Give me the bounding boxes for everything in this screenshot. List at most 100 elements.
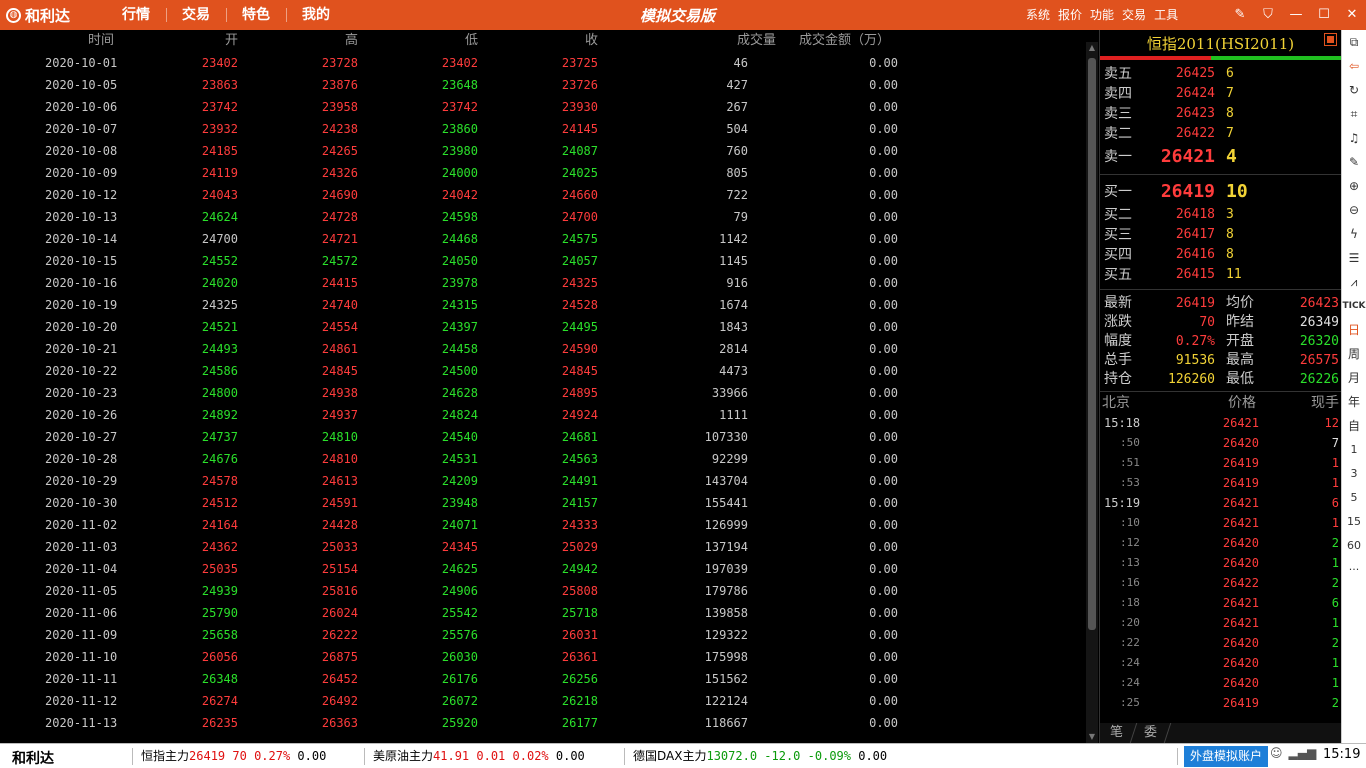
- table-row[interactable]: 2020-10-19 24325 24740 24315 24528 1674 0.00: [0, 294, 1086, 316]
- tab-orders[interactable]: 委: [1130, 723, 1172, 743]
- table-row[interactable]: 2020-11-04 25035 25154 24625 24942 197039 0.00: [0, 558, 1086, 580]
- minimize-icon[interactable]: —: [1282, 0, 1310, 30]
- table-row[interactable]: 2020-10-01 23402 23728 23402 23725 46 0.00: [0, 52, 1086, 74]
- nav-market[interactable]: 行情: [106, 0, 166, 30]
- list-icon[interactable]: ☰: [1342, 246, 1366, 270]
- tick-row[interactable]: :50 26420 7: [1100, 433, 1341, 453]
- period-button[interactable]: TICK: [1342, 294, 1366, 318]
- table-row[interactable]: 2020-10-13 24624 24728 24598 24700 79 0.00: [0, 206, 1086, 228]
- ask-level[interactable]: 卖四 26424 7: [1100, 84, 1341, 104]
- table-row[interactable]: 2020-10-05 23863 23876 23648 23726 427 0.00: [0, 74, 1086, 96]
- table-row[interactable]: 2020-11-03 24362 25033 24345 25029 137194 0.00: [0, 536, 1086, 558]
- bid-level[interactable]: 买一 26419 10: [1100, 179, 1341, 205]
- bid-level[interactable]: 买二 26418 3: [1100, 205, 1341, 225]
- header-date[interactable]: 时间: [88, 30, 173, 52]
- table-row[interactable]: 2020-10-23 24800 24938 24628 24895 33966 0.00: [0, 382, 1086, 404]
- ask-level[interactable]: 卖二 26422 7: [1100, 124, 1341, 144]
- table-row[interactable]: 2020-10-14 24700 24721 24468 24575 1142 0.00: [0, 228, 1086, 250]
- tick-row[interactable]: 15:19 26421 6: [1100, 493, 1341, 513]
- period-button[interactable]: ···: [1342, 558, 1366, 582]
- table-scrollbar[interactable]: ▲ ▼: [1086, 42, 1098, 743]
- table-row[interactable]: 2020-11-10 26056 26875 26030 26361 175998 0.00: [0, 646, 1086, 668]
- period-button[interactable]: 3: [1342, 462, 1366, 486]
- tick-row[interactable]: :16 26422 2: [1100, 573, 1341, 593]
- table-row[interactable]: 2020-10-15 24552 24572 24050 24057 1145 0.00: [0, 250, 1086, 272]
- nav-features[interactable]: 特色: [226, 0, 286, 30]
- menu-quote[interactable]: 报价: [1054, 0, 1086, 30]
- flash-icon[interactable]: ϟ: [1342, 222, 1366, 246]
- window-icon[interactable]: ⧉: [1342, 30, 1366, 54]
- tick-row[interactable]: :53 26419 1: [1100, 473, 1341, 493]
- period-button[interactable]: 自: [1342, 414, 1366, 438]
- close-icon[interactable]: ✕: [1338, 0, 1366, 30]
- header-close[interactable]: 收: [585, 30, 598, 52]
- nav-mine[interactable]: 我的: [286, 0, 346, 30]
- tick-row[interactable]: :24 26420 1: [1100, 653, 1341, 673]
- table-row[interactable]: 2020-10-12 24043 24690 24042 24660 722 0.00: [0, 184, 1086, 206]
- table-row[interactable]: 2020-10-26 24892 24937 24824 24924 1111 0.00: [0, 404, 1086, 426]
- nav-trade[interactable]: 交易: [166, 0, 226, 30]
- shirt-icon[interactable]: ⛉: [1254, 0, 1282, 30]
- menu-system[interactable]: 系统: [1022, 0, 1054, 30]
- tick-row[interactable]: :22 26420 2: [1100, 633, 1341, 653]
- table-row[interactable]: 2020-10-16 24020 24415 23978 24325 916 0.00: [0, 272, 1086, 294]
- ticker-item[interactable]: 德国DAX主力13072.0 -12.0 -0.09% 0.00: [633, 744, 887, 768]
- tick-row[interactable]: :13 26420 1: [1100, 553, 1341, 573]
- table-row[interactable]: 2020-11-11 26348 26452 26176 26256 151562 0.00: [0, 668, 1086, 690]
- table-row[interactable]: 2020-11-12 26274 26492 26072 26218 122124 0.00: [0, 690, 1086, 712]
- table-row[interactable]: 2020-10-06 23742 23958 23742 23930 267 0.00: [0, 96, 1086, 118]
- bid-level[interactable]: 买四 26416 8: [1100, 245, 1341, 265]
- period-button[interactable]: 60: [1342, 534, 1366, 558]
- period-button[interactable]: 15: [1342, 510, 1366, 534]
- refresh-icon[interactable]: ↻: [1342, 78, 1366, 102]
- contract-title[interactable]: 恒指2011(HSI2011): [1100, 30, 1341, 56]
- menu-trade[interactable]: 交易: [1118, 0, 1150, 30]
- ticker-item[interactable]: 美原油主力41.91 0.01 0.02% 0.00: [373, 744, 585, 768]
- table-row[interactable]: 2020-11-13 26235 26363 25920 26177 118667 0.00: [0, 712, 1086, 734]
- table-row[interactable]: 2020-10-07 23932 24238 23860 24145 504 0.00: [0, 118, 1086, 140]
- ask-level[interactable]: 卖三 26423 8: [1100, 104, 1341, 124]
- chart-icon[interactable]: ⩘: [1342, 270, 1366, 294]
- period-button[interactable]: 月: [1342, 366, 1366, 390]
- zoom-in-icon[interactable]: ⊕: [1342, 174, 1366, 198]
- tick-row[interactable]: :25 26419 2: [1100, 693, 1341, 713]
- table-row[interactable]: 2020-10-30 24512 24591 23948 24157 155441 0.00: [0, 492, 1086, 514]
- table-row[interactable]: 2020-10-28 24676 24810 24531 24563 92299 0.00: [0, 448, 1086, 470]
- menu-tools[interactable]: 工具: [1150, 0, 1182, 30]
- tick-row[interactable]: :10 26421 1: [1100, 513, 1341, 533]
- tick-row[interactable]: 15:18 26421 12: [1100, 413, 1341, 433]
- account-button[interactable]: 外盘模拟账户: [1184, 746, 1269, 767]
- maximize-icon[interactable]: ☐: [1310, 0, 1338, 30]
- table-row[interactable]: 2020-10-20 24521 24554 24397 24495 1843 0.00: [0, 316, 1086, 338]
- ask-level[interactable]: 卖一 26421 4: [1100, 144, 1341, 170]
- crop-icon[interactable]: ⌗: [1342, 102, 1366, 126]
- zoom-out-icon[interactable]: ⊖: [1342, 198, 1366, 222]
- period-button[interactable]: 年: [1342, 390, 1366, 414]
- period-button[interactable]: 周: [1342, 342, 1366, 366]
- table-row[interactable]: 2020-11-02 24164 24428 24071 24333 126999 0.00: [0, 514, 1086, 536]
- header-open[interactable]: 开: [225, 30, 238, 52]
- menu-function[interactable]: 功能: [1086, 0, 1118, 30]
- table-row[interactable]: 2020-11-05 24939 25816 24906 25808 179786 0.00: [0, 580, 1086, 602]
- chat-icon[interactable]: ☺: [1270, 746, 1283, 760]
- header-high[interactable]: 高: [345, 30, 358, 52]
- pen-icon[interactable]: ✎: [1342, 150, 1366, 174]
- tick-row[interactable]: :12 26420 2: [1100, 533, 1341, 553]
- table-row[interactable]: 2020-10-21 24493 24861 24458 24590 2814 0.00: [0, 338, 1086, 360]
- tick-row[interactable]: :18 26421 6: [1100, 593, 1341, 613]
- table-row[interactable]: 2020-10-22 24586 24845 24500 24845 4473 0.00: [0, 360, 1086, 382]
- table-row[interactable]: 2020-11-09 25658 26222 25576 26031 129322 0.00: [0, 624, 1086, 646]
- table-row[interactable]: 2020-10-27 24737 24810 24540 24681 107330 0.00: [0, 426, 1086, 448]
- tick-row[interactable]: :20 26421 1: [1100, 613, 1341, 633]
- period-button[interactable]: 1: [1342, 438, 1366, 462]
- header-low[interactable]: 低: [465, 30, 478, 52]
- table-row[interactable]: 2020-11-06 25790 26024 25542 25718 139858 0.00: [0, 602, 1086, 624]
- back-icon[interactable]: ⇦: [1342, 54, 1366, 78]
- alert-icon[interactable]: ♫: [1342, 126, 1366, 150]
- tick-row[interactable]: :51 26419 1: [1100, 453, 1341, 473]
- header-amount[interactable]: 成交金额（万）: [799, 30, 890, 52]
- panel-toggle-icon[interactable]: [1324, 33, 1337, 46]
- bid-level[interactable]: 买三 26417 8: [1100, 225, 1341, 245]
- ticker-item[interactable]: 恒指主力26419 70 0.27% 0.00: [141, 744, 326, 768]
- bid-level[interactable]: 买五 26415 11: [1100, 265, 1341, 285]
